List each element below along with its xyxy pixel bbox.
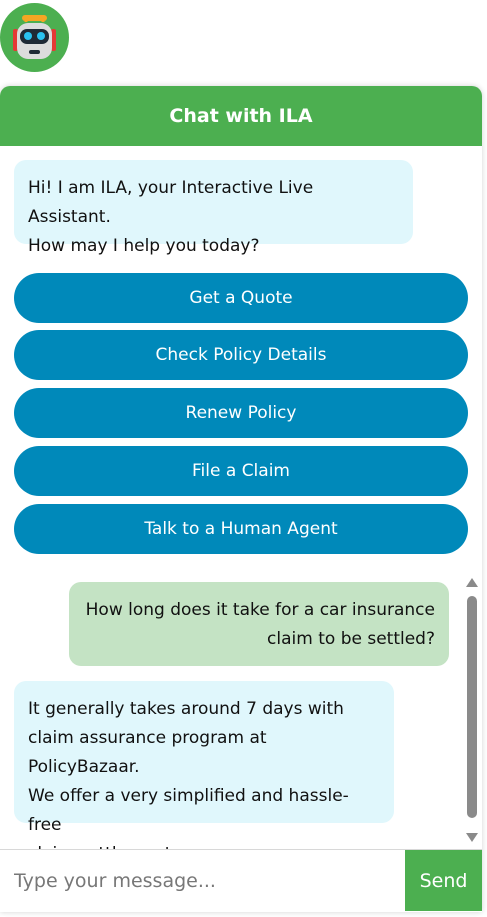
message-line: claim to be settled? [267, 629, 435, 649]
talk-to-human-agent-button[interactable]: Talk to a Human Agent [14, 504, 468, 554]
message-line: It generally takes around 7 days with [28, 699, 344, 719]
chat-panel: Chat with ILA Hi! I am ILA, your Interac… [0, 86, 482, 912]
message-input[interactable] [0, 850, 405, 911]
send-button[interactable]: Send [405, 850, 482, 911]
message-line: We offer a very simplified and hassle-fr… [28, 786, 349, 835]
get-a-quote-button[interactable]: Get a Quote [14, 273, 468, 323]
chat-header: Chat with ILA [0, 86, 482, 146]
message-composer: Send [0, 849, 482, 911]
renew-policy-button[interactable]: Renew Policy [14, 388, 468, 438]
scroll-down-arrow-icon[interactable] [466, 833, 478, 842]
user-message: How long does it take for a car insuranc… [69, 582, 449, 666]
bot-reply-message: It generally takes around 7 days with cl… [14, 681, 394, 864]
message-line: How long does it take for a car insuranc… [85, 600, 435, 620]
vertical-scrollbar[interactable] [465, 574, 479, 846]
robot-avatar-icon[interactable] [0, 3, 69, 72]
message-line: Hi! I am ILA, your Interactive Live Assi… [28, 178, 314, 227]
scrollbar-thumb[interactable] [467, 596, 477, 818]
chat-title: Chat with ILA [169, 105, 313, 127]
message-line: How may I help you today? [28, 236, 260, 256]
check-policy-details-button[interactable]: Check Policy Details [14, 330, 468, 380]
message-line: claim assurance program at PolicyBazaar. [28, 728, 267, 777]
bot-greeting-message: Hi! I am ILA, your Interactive Live Assi… [14, 160, 413, 256]
conversation-scroll-area[interactable]: How long does it take for a car insuranc… [0, 574, 482, 864]
scroll-up-arrow-icon[interactable] [466, 578, 478, 587]
file-a-claim-button[interactable]: File a Claim [14, 446, 468, 496]
